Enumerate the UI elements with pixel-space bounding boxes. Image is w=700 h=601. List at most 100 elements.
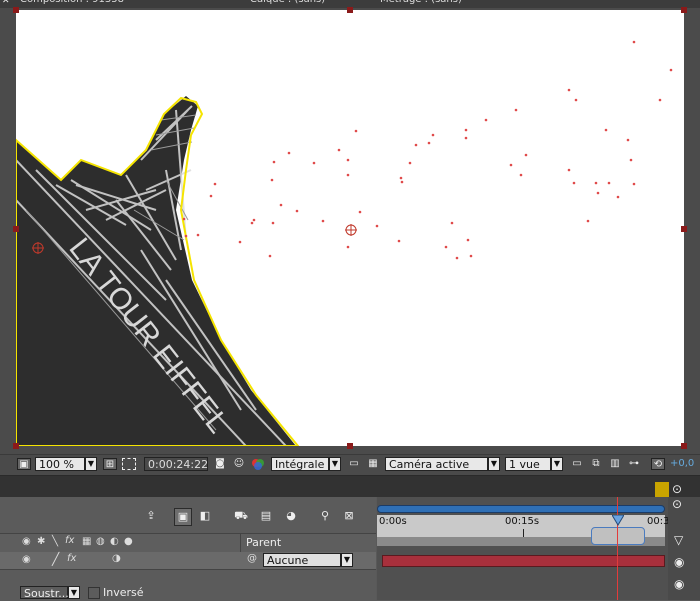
region-of-interest-icon[interactable]: ▭ xyxy=(347,458,361,470)
handle-top-right[interactable] xyxy=(681,7,687,13)
zoom-select[interactable]: 100 % xyxy=(35,457,85,471)
particle-dot xyxy=(431,133,435,137)
particle-dot xyxy=(626,138,630,142)
handle-top-middle[interactable] xyxy=(347,7,353,13)
particle-dot xyxy=(321,219,325,223)
time-navigator[interactable] xyxy=(377,527,665,546)
resolution-select[interactable]: Intégrale xyxy=(271,457,329,471)
particle-dot xyxy=(632,182,636,186)
zoom-dropdown-icon[interactable]: ▼ xyxy=(85,457,97,471)
handle-bottom-left[interactable] xyxy=(13,443,19,449)
frame-blending-icon[interactable]: ⛟ xyxy=(232,508,250,526)
handle-mid-right[interactable] xyxy=(681,226,687,232)
tab-footage[interactable]: Métrage : (sans) xyxy=(380,0,462,8)
handle-top-left[interactable] xyxy=(13,7,19,13)
camera-view-select[interactable]: Caméra active xyxy=(385,457,488,471)
current-time-field[interactable]: 0:00:24:22 xyxy=(144,457,208,471)
marker-icon-2[interactable]: ◉ xyxy=(674,577,684,591)
view-layout-dropdown-icon[interactable]: ▼ xyxy=(551,457,563,471)
particle-dot xyxy=(209,194,213,198)
lock-switch-icon: ✱ xyxy=(37,536,46,547)
layer-effects-icon[interactable]: fx xyxy=(67,553,76,564)
panel-menu-icon[interactable]: ⊙ xyxy=(672,482,682,496)
draft-3d-icon[interactable]: ▣ xyxy=(174,508,192,526)
reset-exposure-icon[interactable]: ⟲ xyxy=(651,458,665,470)
eiffel-tower-artwork: LA TOUR EIFFEL xyxy=(16,40,673,446)
inverted-checkbox[interactable] xyxy=(88,587,100,599)
mode-row: Soustr... ▼ Inversé xyxy=(0,585,376,600)
grid-guides-icon[interactable]: ⊞ xyxy=(103,458,117,470)
playhead-handle-icon[interactable] xyxy=(611,514,625,527)
particle-dot xyxy=(399,176,403,180)
blend-mode-select[interactable]: Soustr... xyxy=(20,586,69,600)
parent-pickwhip-icon[interactable]: @ xyxy=(247,553,257,564)
navigator-handle[interactable] xyxy=(591,527,645,545)
tab-composition[interactable]: Composition : 91358 xyxy=(20,0,124,8)
effects-switch-icon: fx xyxy=(65,535,75,546)
fast-previews-icon[interactable]: ⧉ xyxy=(589,458,603,470)
handle-bottom-right[interactable] xyxy=(681,443,687,449)
work-area-bar[interactable] xyxy=(377,505,665,513)
comp-mini-flowchart-icon[interactable]: ⇪ xyxy=(142,508,160,526)
particle-dot xyxy=(658,98,662,102)
adjustment-switch-icon: ◐ xyxy=(110,536,119,547)
transparency-grid-icon[interactable]: ▦ xyxy=(366,458,380,470)
timeline-icon[interactable]: ▥ xyxy=(608,458,622,470)
flowchart-icon[interactable]: ⊶ xyxy=(627,458,641,470)
particle-dot xyxy=(574,98,578,102)
resolution-dropdown-icon[interactable]: ▼ xyxy=(329,457,341,471)
blend-mode-dropdown-icon[interactable]: ▼ xyxy=(68,586,80,599)
always-preview-icon[interactable]: ▣ xyxy=(17,458,31,470)
particle-dot xyxy=(466,238,470,242)
particle-dot xyxy=(455,256,459,260)
particle-dot xyxy=(464,136,468,140)
particle-dot xyxy=(596,191,600,195)
layer-duration-bar[interactable] xyxy=(382,555,665,567)
color-channels-icon[interactable] xyxy=(251,458,265,470)
column-divider xyxy=(240,534,241,552)
marker-icon[interactable]: ◉ xyxy=(674,555,684,569)
parent-select[interactable]: Aucune xyxy=(263,553,341,567)
video-switch-icon: ◉ xyxy=(22,536,31,547)
layer-visibility-icon[interactable]: ◉ xyxy=(22,554,31,565)
comp-button-icon[interactable]: ⊙ xyxy=(672,497,682,511)
side-panel-strip: ⊙ ▽ ◉ ◉ xyxy=(668,497,700,600)
camera-dropdown-icon[interactable]: ▼ xyxy=(488,457,500,471)
particle-dot xyxy=(450,221,454,225)
particle-dot xyxy=(196,233,200,237)
particle-dot xyxy=(572,181,576,185)
composition-canvas[interactable]: LA TOUR EIFFEL xyxy=(16,10,684,446)
3d-switch-icon: ● xyxy=(124,536,133,547)
layer-adjustment-icon[interactable]: ◑ xyxy=(112,553,121,564)
auto-keyframe-icon[interactable]: ⊠ xyxy=(340,508,358,526)
show-snapshot-icon[interactable]: ☺ xyxy=(232,458,246,470)
particle-dot xyxy=(586,219,590,223)
handle-mid-left[interactable] xyxy=(13,226,19,232)
graph-editor-icon[interactable]: ⚲ xyxy=(316,508,334,526)
particle-dot xyxy=(213,182,217,186)
particle-dot xyxy=(469,254,473,258)
parent-dropdown-icon[interactable]: ▼ xyxy=(341,553,353,567)
current-time-indicator[interactable] xyxy=(617,497,618,600)
particle-dot xyxy=(408,161,412,165)
particle-dot xyxy=(375,224,379,228)
particle-dot xyxy=(594,181,598,185)
motion-blur-icon[interactable]: ▤ xyxy=(257,508,275,526)
exposure-value[interactable]: +0,0 xyxy=(670,458,694,469)
layer-quality-icon[interactable]: ╱ xyxy=(52,552,59,566)
pixel-aspect-icon[interactable]: ▭ xyxy=(570,458,584,470)
composition-viewer: LA TOUR EIFFEL xyxy=(0,7,700,454)
view-layout-select[interactable]: 1 vue xyxy=(505,457,551,471)
brainstorm-icon[interactable]: ◕ xyxy=(282,508,300,526)
snapshot-camera-icon[interactable]: ◙ xyxy=(213,458,227,470)
handle-bottom-middle[interactable] xyxy=(347,443,353,449)
particle-dot xyxy=(252,218,256,222)
particle-dot xyxy=(270,178,274,182)
tab-close-icon[interactable]: ✕ xyxy=(2,0,10,6)
hide-shy-layers-icon[interactable]: ◧ xyxy=(196,508,214,526)
layer-row[interactable]: ◉ ╱ fx ◑ @ Aucune ▼ xyxy=(0,552,376,570)
zoom-slider-icon[interactable]: ▽ xyxy=(674,533,683,547)
tab-layer[interactable]: Calque : (sans) xyxy=(250,0,325,8)
particle-dot xyxy=(337,148,341,152)
mask-visibility-icon[interactable] xyxy=(122,458,136,470)
